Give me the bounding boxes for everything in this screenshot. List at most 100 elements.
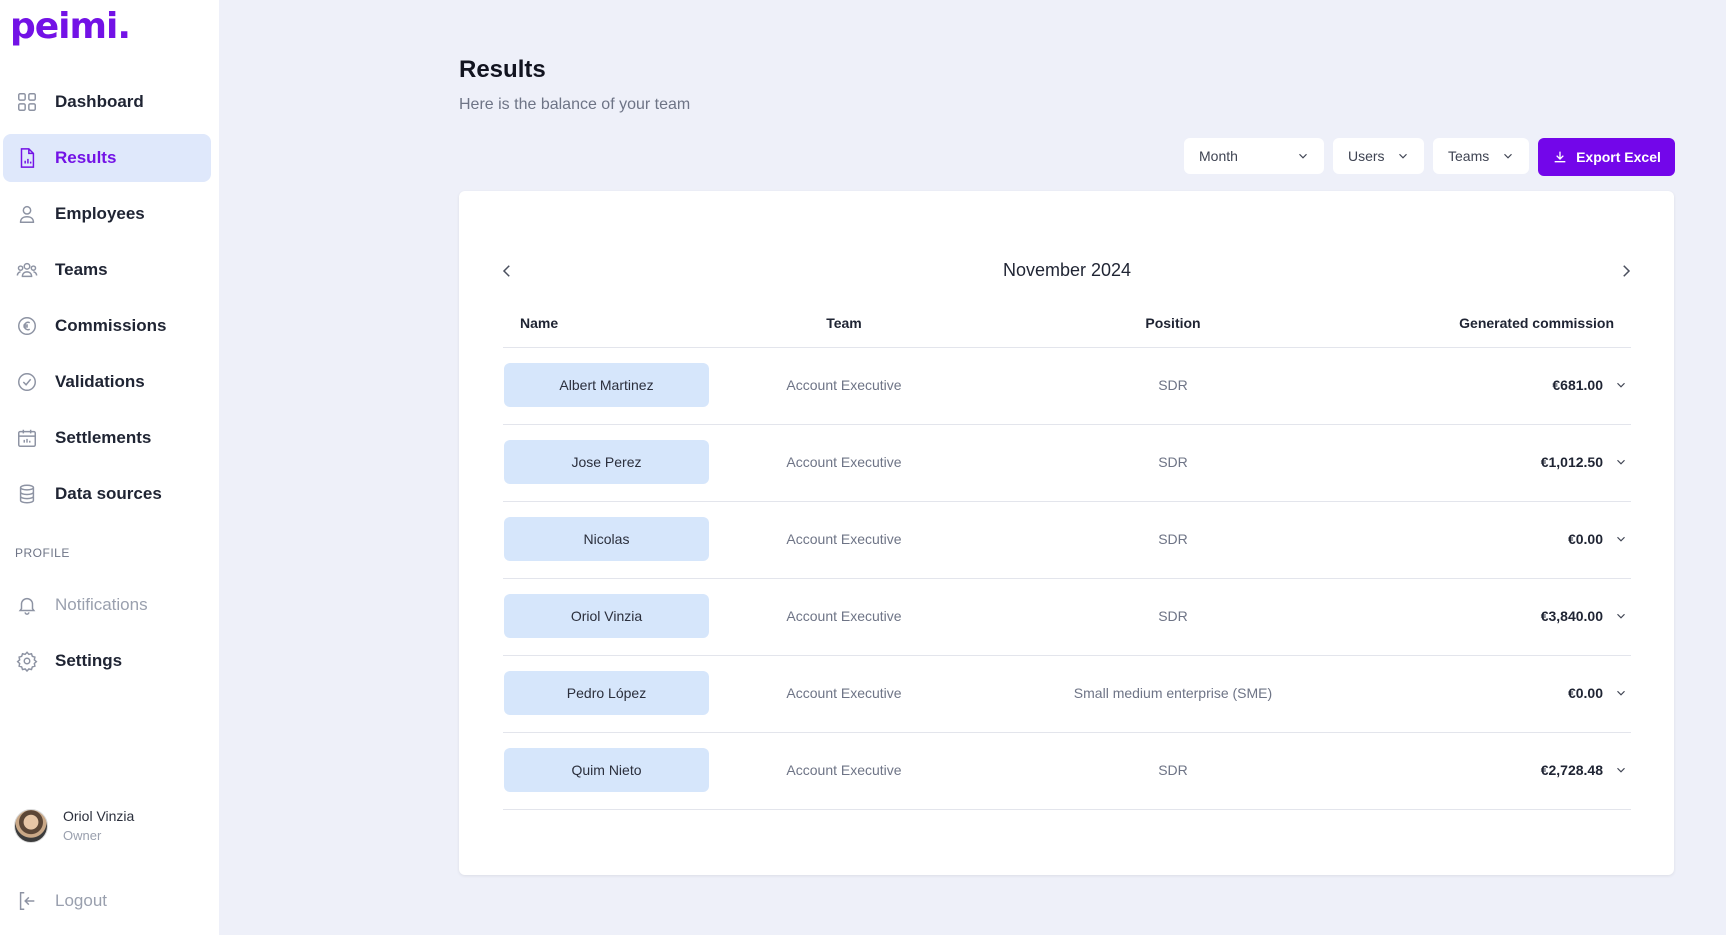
expand-row-button[interactable] — [1611, 683, 1631, 703]
expand-row-button[interactable] — [1611, 529, 1631, 549]
employee-name-button[interactable]: Pedro López — [504, 671, 709, 715]
sidebar-item-teams[interactable]: Teams — [3, 246, 211, 294]
sidebar-item-label: Results — [55, 148, 117, 167]
chevron-down-icon — [1399, 153, 1407, 159]
commission-cell: €0.00 — [1567, 531, 1603, 547]
user-role: Owner — [63, 828, 102, 843]
employee-name-button[interactable]: Jose Perez — [504, 440, 709, 484]
page-title: Results — [459, 56, 546, 83]
sidebar-item-data-sources[interactable]: Data sources — [3, 470, 211, 518]
chevron-down-icon — [1617, 459, 1625, 465]
expand-row-button[interactable] — [1611, 760, 1631, 780]
position-cell: SDR — [1158, 454, 1188, 470]
gear-icon — [15, 649, 39, 673]
sidebar: peimi. Dashboard Results Employees Teams… — [0, 0, 219, 935]
team-cell: Account Executive — [786, 608, 902, 624]
logout-icon — [15, 889, 39, 913]
month-filter[interactable]: Month — [1184, 138, 1324, 174]
sidebar-item-label: Dashboard — [55, 92, 144, 111]
table-row: Oriol Vinzia Account Executive SDR €3,84… — [503, 579, 1631, 656]
position-cell: SDR — [1158, 608, 1188, 624]
commission-cell: €681.00 — [1552, 377, 1603, 393]
sidebar-item-commissions[interactable]: Commissions — [3, 302, 211, 350]
logout-label: Logout — [55, 891, 107, 910]
table-row: Albert Martinez Account Executive SDR €6… — [503, 348, 1631, 425]
sidebar-item-dashboard[interactable]: Dashboard — [3, 78, 211, 126]
users-filter-label: Users — [1348, 148, 1385, 164]
period-label: November 2024 — [1002, 260, 1132, 280]
chevron-down-icon — [1617, 690, 1625, 696]
user-name: Oriol Vinzia — [63, 808, 135, 824]
teams-filter[interactable]: Teams — [1433, 138, 1529, 174]
previous-month-button[interactable] — [495, 258, 519, 284]
export-excel-button[interactable]: Export Excel — [1538, 138, 1675, 176]
sidebar-item-label: Data sources — [55, 484, 162, 503]
chevron-down-icon — [1504, 153, 1512, 159]
commission-cell: €2,728.48 — [1540, 762, 1603, 778]
column-header-position: Position — [1145, 315, 1201, 331]
export-excel-label: Export Excel — [1576, 149, 1661, 165]
euro-icon — [15, 314, 39, 338]
employee-name-button[interactable]: Albert Martinez — [504, 363, 709, 407]
position-cell: Small medium enterprise (SME) — [1073, 685, 1273, 701]
users-filter[interactable]: Users — [1333, 138, 1424, 174]
sidebar-item-label: Employees — [55, 204, 145, 223]
chevron-down-icon — [1617, 382, 1625, 388]
employee-name-button[interactable]: Nicolas — [504, 517, 709, 561]
sidebar-item-validations[interactable]: Validations — [3, 358, 211, 406]
position-cell: SDR — [1158, 531, 1188, 547]
month-filter-label: Month — [1199, 148, 1238, 164]
position-cell: SDR — [1158, 762, 1188, 778]
bell-icon — [15, 593, 39, 617]
user-profile[interactable]: Oriol Vinzia Owner — [14, 808, 134, 843]
brand-logo[interactable]: peimi. — [10, 6, 131, 47]
expand-row-button[interactable] — [1611, 452, 1631, 472]
chevron-down-icon — [1299, 153, 1307, 159]
table-row: Nicolas Account Executive SDR €0.00 — [503, 502, 1631, 579]
team-cell: Account Executive — [786, 531, 902, 547]
sidebar-item-label: Teams — [55, 260, 108, 279]
report-icon — [15, 146, 39, 170]
profile-section-label: PROFILE — [15, 546, 70, 560]
sidebar-item-label: Validations — [55, 372, 145, 391]
database-icon — [15, 482, 39, 506]
chevron-down-icon — [1617, 767, 1625, 773]
sidebar-item-label: Settlements — [55, 428, 152, 447]
teams-filter-label: Teams — [1448, 148, 1490, 164]
commission-cell: €3,840.00 — [1540, 608, 1603, 624]
sidebar-item-settings[interactable]: Settings — [3, 637, 211, 685]
logout-button[interactable]: Logout — [3, 877, 211, 925]
check-circle-icon — [15, 370, 39, 394]
next-month-button[interactable] — [1614, 258, 1638, 284]
employee-name-button[interactable]: Quim Nieto — [504, 748, 709, 792]
avatar — [14, 808, 48, 843]
calendar-icon — [15, 426, 39, 450]
sidebar-item-label: Commissions — [55, 316, 167, 335]
sidebar-item-settlements[interactable]: Settlements — [3, 414, 211, 462]
user-icon — [15, 202, 39, 226]
commission-cell: €0.00 — [1567, 685, 1603, 701]
expand-row-button[interactable] — [1611, 606, 1631, 626]
chevron-right-icon — [1623, 265, 1631, 277]
table-row: Quim Nieto Account Executive SDR €2,728.… — [503, 733, 1631, 810]
employee-name-button[interactable]: Oriol Vinzia — [504, 594, 709, 638]
chevron-down-icon — [1617, 536, 1625, 542]
column-header-commission: Generated commission — [1459, 315, 1614, 331]
expand-row-button[interactable] — [1611, 375, 1631, 395]
team-cell: Account Executive — [786, 454, 902, 470]
sidebar-item-employees[interactable]: Employees — [3, 190, 211, 238]
team-icon — [15, 258, 39, 282]
chevron-down-icon — [1617, 613, 1625, 619]
chevron-left-icon — [502, 265, 510, 277]
table-divider — [503, 809, 1631, 810]
sidebar-item-results[interactable]: Results — [3, 134, 211, 182]
download-icon — [1554, 151, 1566, 163]
commission-cell: €1,012.50 — [1540, 454, 1603, 470]
sidebar-item-label: Settings — [55, 651, 123, 670]
column-header-team: Team — [826, 315, 862, 331]
sidebar-item-notifications[interactable]: Notifications — [3, 581, 211, 629]
table-row: Jose Perez Account Executive SDR €1,012.… — [503, 425, 1631, 502]
team-cell: Account Executive — [786, 762, 902, 778]
column-header-name: Name — [520, 315, 559, 331]
team-cell: Account Executive — [786, 685, 902, 701]
